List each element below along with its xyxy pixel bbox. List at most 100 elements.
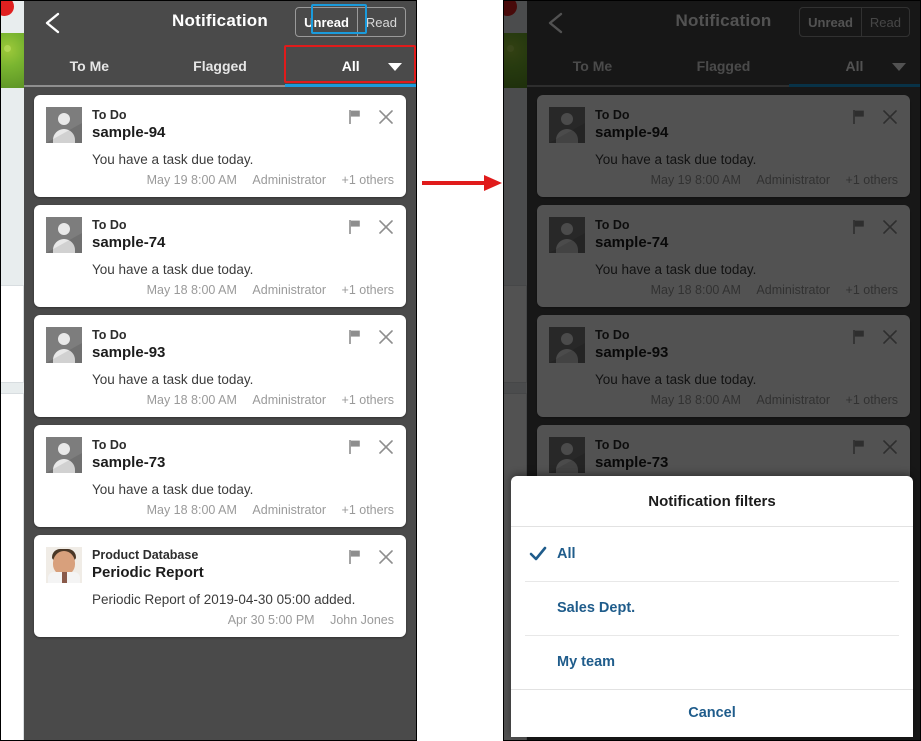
card-others: +1 others <box>341 393 394 407</box>
unread-button[interactable]: Unread <box>800 8 861 36</box>
card-time: May 18 8:00 AM <box>650 283 741 297</box>
card-kicker: To Do <box>92 328 127 342</box>
card-body: You have a task due today. <box>595 372 757 387</box>
tab-flagged[interactable]: Flagged <box>658 45 789 87</box>
card-others: +1 others <box>341 283 394 297</box>
background-image-thumbnail <box>504 33 527 88</box>
card-kicker: Product Database <box>92 548 199 562</box>
title-bar: Notification Unread Read <box>24 1 416 45</box>
card-author: Administrator <box>252 503 327 517</box>
card-time: May 19 8:00 AM <box>146 173 237 187</box>
read-button[interactable]: Read <box>358 8 405 36</box>
tab-to-me[interactable]: To Me <box>24 45 155 87</box>
card-body: Periodic Report of 2019-04-30 05:00 adde… <box>92 592 356 607</box>
close-icon[interactable] <box>882 329 898 350</box>
chevron-down-icon[interactable] <box>892 63 906 71</box>
filter-option-all-label: All <box>557 546 576 562</box>
flag-icon[interactable] <box>852 219 866 240</box>
flag-icon[interactable] <box>852 439 866 460</box>
title-bar: Notification Unread Read <box>527 1 920 45</box>
notification-card[interactable]: To Do sample-94 You have a task due toda… <box>34 95 406 197</box>
tab-bar: To Me Flagged All <box>24 45 416 87</box>
flag-icon[interactable] <box>348 439 362 460</box>
card-header: To Do sample-93 <box>549 327 898 363</box>
close-icon[interactable] <box>378 219 394 240</box>
avatar-placeholder-icon <box>549 217 585 253</box>
notification-card[interactable]: To Do sample-74 You have a task due toda… <box>34 205 406 307</box>
notification-app: Notification Unread Read To Me Flagged A… <box>24 1 416 740</box>
close-icon[interactable] <box>378 439 394 460</box>
filter-option-sales-dept[interactable]: Sales Dept. <box>511 581 913 635</box>
card-meta: May 18 8:00 AM Administrator +1 others <box>46 283 394 297</box>
tab-to-me[interactable]: To Me <box>527 45 658 87</box>
card-body: You have a task due today. <box>92 482 254 497</box>
notification-card[interactable]: Product Database Periodic Report Periodi… <box>34 535 406 637</box>
card-author: Administrator <box>756 283 831 297</box>
card-actions <box>348 107 394 130</box>
card-title: sample-93 <box>92 344 166 361</box>
card-actions <box>852 437 898 460</box>
card-kicker: To Do <box>92 108 127 122</box>
notification-card[interactable]: To Do sample-94 You have a task due toda… <box>537 95 910 197</box>
tab-bar: To Me Flagged All <box>527 45 920 87</box>
notification-list[interactable]: To Do sample-94 You have a task due toda… <box>24 87 416 740</box>
flag-icon[interactable] <box>348 549 362 570</box>
read-button[interactable]: Read <box>862 8 909 36</box>
close-icon[interactable] <box>882 439 898 460</box>
notification-card[interactable]: To Do sample-74 You have a task due toda… <box>537 205 910 307</box>
card-time: May 18 8:00 AM <box>146 503 237 517</box>
card-title: sample-94 <box>92 124 166 141</box>
flag-icon[interactable] <box>852 109 866 130</box>
notification-card[interactable]: To Do sample-93 You have a task due toda… <box>34 315 406 417</box>
close-icon[interactable] <box>378 329 394 350</box>
card-title-block: To Do sample-74 <box>595 217 852 253</box>
notification-card[interactable]: To Do sample-73 <box>34 425 406 527</box>
card-title-block: To Do sample-93 <box>92 327 348 363</box>
flag-icon[interactable] <box>348 219 362 240</box>
notification-filters-dialog: Notification filters All Sales Dept. My … <box>511 476 913 737</box>
notification-card[interactable]: To Do sample-93 You have a task due toda… <box>537 315 910 417</box>
card-author: Administrator <box>756 173 831 187</box>
tab-all-label: All <box>341 58 360 74</box>
card-time: May 19 8:00 AM <box>650 173 741 187</box>
card-actions <box>852 217 898 240</box>
card-title-block: To Do sample-73 <box>595 437 852 473</box>
tab-flagged-label: Flagged <box>696 58 751 74</box>
card-actions <box>348 327 394 350</box>
card-kicker: To Do <box>92 218 127 232</box>
avatar-placeholder-icon <box>549 437 585 473</box>
close-icon[interactable] <box>378 549 394 570</box>
avatar-placeholder-icon <box>46 327 82 363</box>
card-meta: May 18 8:00 AM Administrator +1 others <box>46 393 394 407</box>
background-image-thumbnail <box>1 33 24 88</box>
card-author: Administrator <box>756 393 831 407</box>
read-state-segmented-control[interactable]: Unread Read <box>799 7 910 37</box>
avatar-placeholder-icon <box>46 217 82 253</box>
avatar-placeholder-icon <box>549 107 585 143</box>
card-actions <box>852 327 898 350</box>
flag-icon[interactable] <box>852 329 866 350</box>
card-title-block: To Do sample-94 <box>92 107 348 143</box>
tab-all[interactable]: All <box>285 45 416 87</box>
filter-option-my-team[interactable]: My team <box>511 635 913 689</box>
filter-option-all[interactable]: All <box>511 527 913 581</box>
read-state-segmented-control[interactable]: Unread Read <box>295 7 406 37</box>
close-icon[interactable] <box>378 109 394 130</box>
card-header: To Do sample-73 <box>46 437 394 473</box>
unread-button[interactable]: Unread <box>296 8 357 36</box>
tab-flagged[interactable]: Flagged <box>154 45 286 87</box>
tab-all-label: All <box>845 58 864 74</box>
close-icon[interactable] <box>882 219 898 240</box>
flag-icon[interactable] <box>348 329 362 350</box>
cancel-button[interactable]: Cancel <box>511 689 913 737</box>
card-others: +1 others <box>845 283 898 297</box>
tab-all[interactable]: All <box>789 45 920 87</box>
close-icon[interactable] <box>882 109 898 130</box>
card-title: sample-93 <box>595 344 669 361</box>
card-time: May 18 8:00 AM <box>146 283 237 297</box>
chevron-down-icon[interactable] <box>388 63 403 71</box>
card-header: To Do sample-74 <box>549 217 898 253</box>
flag-icon[interactable] <box>348 109 362 130</box>
card-header: To Do sample-93 <box>46 327 394 363</box>
card-author: John Jones <box>330 613 394 627</box>
